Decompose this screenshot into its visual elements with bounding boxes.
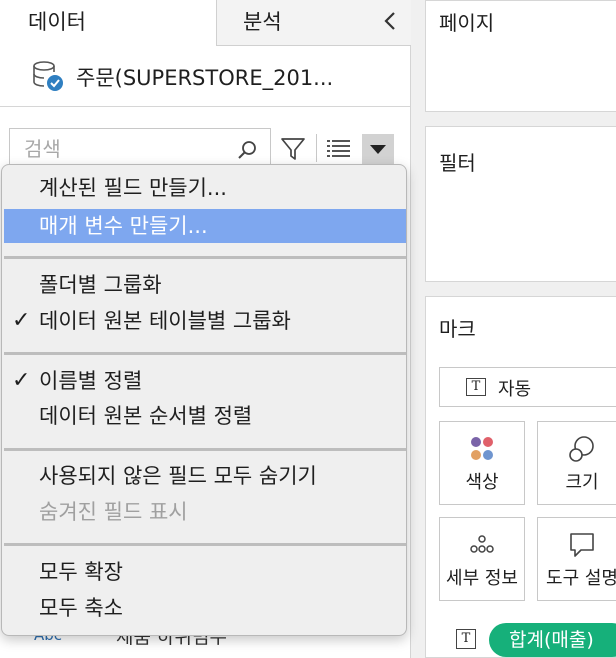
datasource-name: 주문(SUPERSTORE_201... xyxy=(76,66,334,90)
database-connected-icon xyxy=(33,61,63,91)
menu-item-sort-by-source-order[interactable]: 데이터 원본 순서별 정렬 xyxy=(4,399,406,433)
color-label: 색상 xyxy=(465,472,499,493)
marks-card-title: 마크 xyxy=(439,317,476,341)
detail-button[interactable]: 세부 정보 xyxy=(439,517,525,601)
menu-separator xyxy=(4,543,406,546)
marks-card: 마크 T 자동 색상 크기 세부 정보 도구 설명 T 합계(매출) xyxy=(425,296,616,658)
menu-item-label: 데이터 원본 테이블별 그룹화 xyxy=(39,309,291,333)
menu-item-label: 사용되지 않은 필드 모두 숨기기 xyxy=(39,464,317,488)
toolbar-separator xyxy=(316,134,317,162)
menu-item-create-calculated-field[interactable]: 계산된 필드 만들기... xyxy=(4,171,406,205)
dropdown-arrow-icon xyxy=(370,145,386,154)
menu-item-collapse-all[interactable]: 모두 축소 xyxy=(4,591,406,625)
menu-item-create-parameter[interactable]: 매개 변수 만들기... xyxy=(4,209,406,243)
menu-item-show-hidden-fields: 숨겨진 필드 표시 xyxy=(4,495,406,529)
menu-item-group-by-table[interactable]: ✓ 데이터 원본 테이블별 그룹화 xyxy=(4,304,406,338)
menu-separator xyxy=(4,352,406,355)
filter-icon[interactable] xyxy=(280,136,306,162)
tab-data[interactable]: 데이터 xyxy=(0,0,216,46)
menu-item-label: 폴더별 그룹화 xyxy=(39,273,162,297)
checkmark-icon: ✓ xyxy=(12,308,31,333)
speech-bubble-icon xyxy=(570,533,594,557)
filters-shelf-title: 필터 xyxy=(439,151,476,175)
divider xyxy=(0,106,410,107)
menu-separator xyxy=(4,256,406,259)
search-input[interactable] xyxy=(24,137,224,161)
datasource-item[interactable]: 주문(SUPERSTORE_201... xyxy=(0,46,410,106)
mark-type-label: 자동 xyxy=(498,379,532,400)
size-button[interactable]: 크기 xyxy=(537,421,616,505)
tooltip-button[interactable]: 도구 설명 xyxy=(537,517,616,601)
search-icon xyxy=(238,141,256,159)
menu-separator xyxy=(4,448,406,451)
marks-field-row: T 합계(매출) xyxy=(439,623,616,657)
pages-shelf-title: 페이지 xyxy=(439,11,495,35)
measure-pill[interactable]: 합계(매출) xyxy=(489,623,616,657)
size-label: 크기 xyxy=(565,472,599,493)
filters-shelf[interactable]: 필터 xyxy=(425,126,616,282)
menu-item-label: 계산된 필드 만들기... xyxy=(39,176,227,200)
chevron-left-icon[interactable] xyxy=(381,10,399,32)
tab-analysis-label: 분석 xyxy=(243,10,282,34)
checkmark-icon: ✓ xyxy=(12,368,31,393)
menu-item-sort-by-name[interactable]: ✓ 이름별 정렬 xyxy=(4,364,406,398)
data-pane-context-menu: 계산된 필드 만들기... 매개 변수 만들기... 폴더별 그룹화 ✓ 데이터… xyxy=(1,164,407,636)
detail-dots-icon xyxy=(470,535,494,553)
pages-shelf[interactable]: 페이지 xyxy=(425,0,616,112)
size-circles-icon xyxy=(569,436,594,462)
menu-item-hide-unused-fields[interactable]: 사용되지 않은 필드 모두 숨기기 xyxy=(4,459,406,493)
tab-data-label: 데이터 xyxy=(28,10,86,34)
data-pane-menu-button[interactable] xyxy=(362,134,394,164)
color-palette-icon xyxy=(471,437,493,460)
detail-label: 세부 정보 xyxy=(446,568,518,589)
list-view-icon[interactable] xyxy=(326,138,352,160)
text-encoding-icon[interactable]: T xyxy=(456,629,476,649)
tooltip-label: 도구 설명 xyxy=(546,568,616,589)
color-button[interactable]: 색상 xyxy=(439,421,525,505)
mark-type-dropdown[interactable]: T 자동 xyxy=(439,367,616,407)
menu-item-label: 모두 확장 xyxy=(39,560,123,584)
menu-item-label: 모두 축소 xyxy=(39,596,123,620)
menu-item-expand-all[interactable]: 모두 확장 xyxy=(4,555,406,589)
menu-item-label: 데이터 원본 순서별 정렬 xyxy=(39,404,253,428)
menu-item-label: 숨겨진 필드 표시 xyxy=(39,500,188,524)
menu-item-label: 매개 변수 만들기... xyxy=(39,214,208,238)
text-mark-icon: T xyxy=(466,378,486,396)
tab-analysis[interactable]: 분석 xyxy=(216,0,411,46)
menu-item-group-by-folder[interactable]: 폴더별 그룹화 xyxy=(4,268,406,302)
menu-item-label: 이름별 정렬 xyxy=(39,369,143,393)
